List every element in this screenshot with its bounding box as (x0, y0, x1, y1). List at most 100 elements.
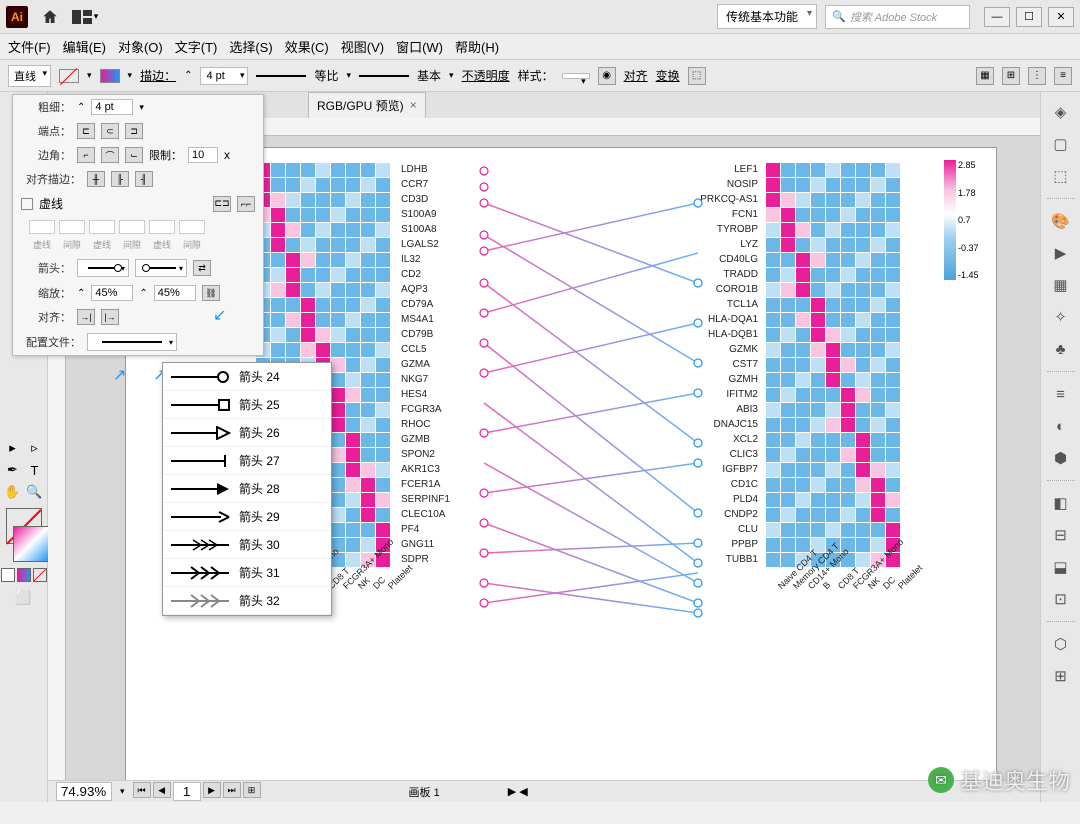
align-outside[interactable]: ╢ (135, 171, 153, 187)
link-scale[interactable]: ⛓ (202, 285, 220, 301)
stroke-indicator[interactable] (13, 526, 49, 562)
transform-label[interactable]: 变换 (656, 67, 680, 84)
arrowhead-option[interactable]: 箭头 24 (163, 363, 331, 391)
arrowhead-popup[interactable]: 箭头 24箭头 25箭头 26箭头 27箭头 28箭头 29箭头 30箭头 31… (162, 362, 332, 616)
swap-arrows[interactable]: ⇄ (193, 260, 211, 276)
arrow-end-dropdown[interactable] (135, 259, 187, 277)
arrowhead-option[interactable]: 箭头 25 (163, 391, 331, 419)
arrow-start-dropdown[interactable] (77, 259, 129, 277)
menu-view[interactable]: 视图(V) (341, 37, 384, 56)
search-input[interactable]: 🔍 搜索 Adobe Stock (825, 5, 970, 29)
appearance-icon[interactable]: ◐ (1049, 414, 1073, 438)
cap-butt[interactable]: ⊏ (77, 123, 95, 139)
maximize-button[interactable]: ☐ (1016, 7, 1042, 27)
pen-tool[interactable]: ✒ (3, 460, 23, 480)
close-button[interactable]: ✕ (1048, 7, 1074, 27)
arrow-extend[interactable]: →| (77, 309, 95, 325)
selection-tool[interactable]: ▸ (3, 438, 23, 458)
align-center[interactable]: ╫ (87, 171, 105, 187)
menu-help[interactable]: 帮助(H) (455, 37, 499, 56)
dash-3[interactable] (149, 220, 175, 234)
join-bevel[interactable]: ⌙ (125, 147, 143, 163)
transform-icon[interactable]: ⊡ (1049, 587, 1073, 611)
shape-dropdown[interactable]: 直线 (8, 65, 51, 87)
css-icon[interactable]: ⊞ (1049, 664, 1073, 688)
artboard-last[interactable]: ⏭ (223, 782, 241, 798)
color-mode[interactable] (1, 568, 15, 582)
dash-align[interactable]: ⌐⌐ (237, 196, 255, 212)
stroke-icon[interactable]: ≡ (1049, 382, 1073, 406)
screen-mode[interactable]: ⬜ (14, 588, 34, 608)
document-tab[interactable]: RGB/GPU 预览) × (308, 92, 426, 119)
asset-export-icon[interactable]: ⬡ (1049, 632, 1073, 656)
recolor-icon[interactable]: ◉ (598, 67, 616, 85)
gap-3[interactable] (179, 220, 205, 234)
workspace-dropdown[interactable]: 传统基本功能 (717, 4, 817, 29)
graphic-styles-icon[interactable]: ⬢ (1049, 446, 1073, 470)
style-dropdown[interactable] (562, 73, 590, 79)
arrowhead-option[interactable]: 箭头 27 (163, 447, 331, 475)
menu-select[interactable]: 选择(S) (229, 37, 272, 56)
stroke-panel[interactable]: 粗细： ⌃▾ 端点： ⊏ ⊂ ⊐ 边角： ⌐ ⌒ ⌙ 限制： x 对齐描边： ╫… (12, 94, 264, 356)
transparency-icon[interactable]: ◧ (1049, 491, 1073, 515)
scale-end[interactable] (154, 285, 196, 301)
align-icon[interactable]: ⊟ (1049, 523, 1073, 547)
artboards-icon[interactable]: ▢ (1049, 132, 1073, 156)
artboard-number[interactable] (173, 782, 201, 801)
doc-tab-close[interactable]: × (410, 98, 417, 112)
align-label[interactable]: 对齐 (624, 67, 648, 84)
stroke-weight[interactable]: 4 pt (200, 67, 248, 85)
dash-checkbox[interactable] (21, 198, 33, 210)
zoom-input[interactable] (56, 782, 112, 801)
artboard-menu[interactable]: ⊞ (243, 782, 261, 798)
gap-2[interactable] (119, 220, 145, 234)
profile-dropdown[interactable] (87, 333, 177, 351)
pathfinder-icon[interactable]: ⬓ (1049, 555, 1073, 579)
gradient-icon[interactable]: ▦ (1049, 273, 1073, 297)
isolate-icon[interactable]: ⬚ (688, 67, 706, 85)
menu-file[interactable]: 文件(F) (8, 37, 51, 56)
gap-1[interactable] (59, 220, 85, 234)
layout-switcher[interactable]: ▾ (70, 5, 100, 29)
artboard-next[interactable]: ▶ (203, 782, 221, 798)
scale-start[interactable] (91, 285, 133, 301)
layers-icon[interactable]: ◈ (1049, 100, 1073, 124)
gradient-mode[interactable] (17, 568, 31, 582)
align-inside[interactable]: ╟ (111, 171, 129, 187)
none-mode[interactable] (33, 568, 47, 582)
symbols-icon[interactable]: ♣ (1049, 337, 1073, 361)
cap-project[interactable]: ⊐ (125, 123, 143, 139)
arrow-tip[interactable]: |→ (101, 309, 119, 325)
miter-limit[interactable] (188, 147, 218, 163)
type-tool[interactable]: T (25, 460, 45, 480)
weight-input[interactable] (91, 99, 133, 115)
menu-window[interactable]: 窗口(W) (396, 37, 443, 56)
zoom-tool[interactable]: 🔍 (25, 482, 45, 502)
fill-swatch[interactable] (59, 69, 79, 83)
swatches-icon[interactable]: ▶ (1049, 241, 1073, 265)
arrowhead-option[interactable]: 箭头 26 (163, 419, 331, 447)
dash-preserve[interactable]: ⊏⊐ (213, 196, 231, 212)
snap-icon[interactable]: ⊞ (1002, 67, 1020, 85)
arrowhead-option[interactable]: 箭头 32 (163, 587, 331, 615)
cap-round[interactable]: ⊂ (101, 123, 119, 139)
home-icon[interactable] (38, 5, 62, 29)
menu-effect[interactable]: 效果(C) (285, 37, 329, 56)
menu-edit[interactable]: 编辑(E) (63, 37, 106, 56)
prefs-icon[interactable]: ⋮ (1028, 67, 1046, 85)
hand-tool[interactable]: ✋ (3, 482, 23, 502)
arrowhead-option[interactable]: 箭头 28 (163, 475, 331, 503)
dash-1[interactable] (29, 220, 55, 234)
menu-object[interactable]: 对象(O) (118, 37, 163, 56)
libraries-icon[interactable]: ⬚ (1049, 164, 1073, 188)
color-icon[interactable]: 🎨 (1049, 209, 1073, 233)
artboard-first[interactable]: ⏮ (133, 782, 151, 798)
join-miter[interactable]: ⌐ (77, 147, 95, 163)
panel-menu-icon[interactable]: ≡ (1054, 67, 1072, 85)
arrowhead-option[interactable]: 箭头 31 (163, 559, 331, 587)
menu-type[interactable]: 文字(T) (175, 37, 218, 56)
arrowhead-option[interactable]: 箭头 30 (163, 531, 331, 559)
arrowhead-option[interactable]: 箭头 29 (163, 503, 331, 531)
dash-2[interactable] (89, 220, 115, 234)
minimize-button[interactable]: — (984, 7, 1010, 27)
